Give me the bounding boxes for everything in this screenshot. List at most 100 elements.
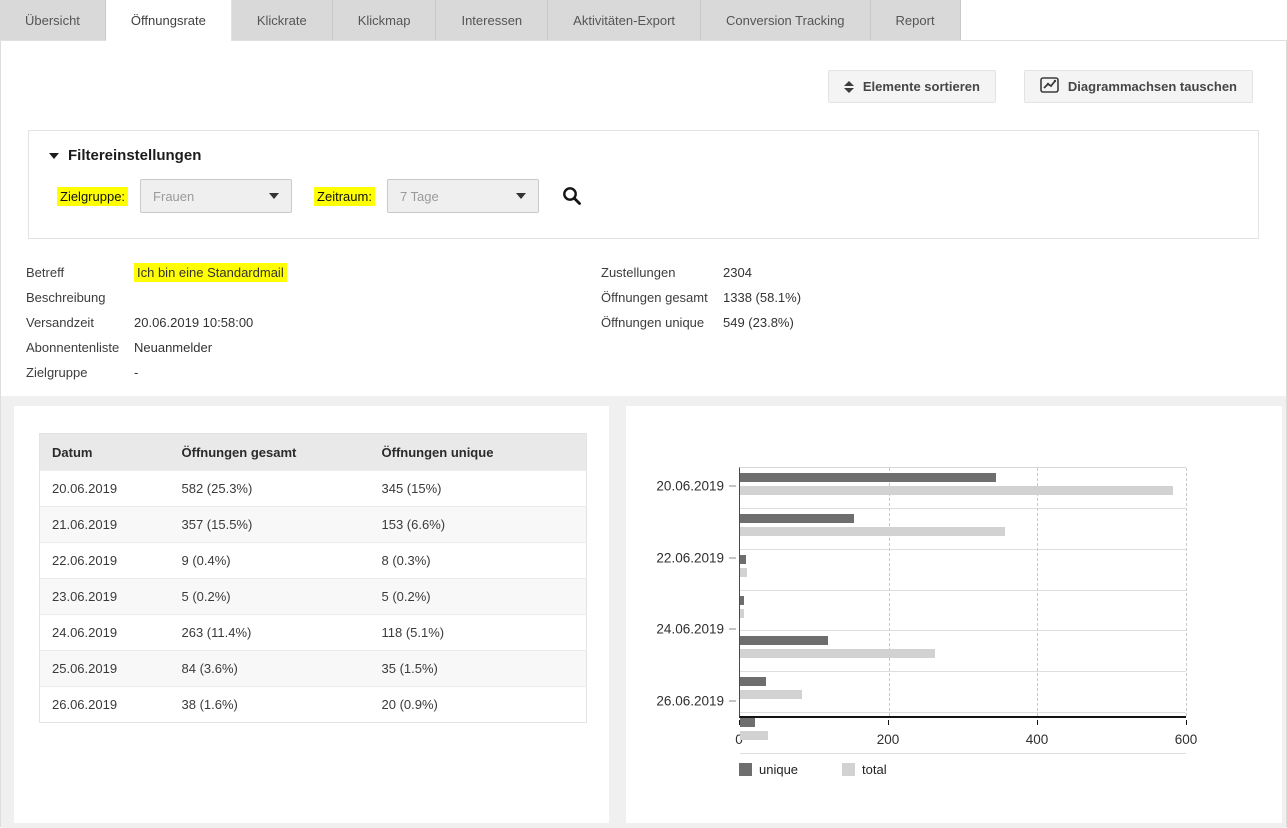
x-axis-label: 200 [877, 732, 900, 747]
tab-aktivitäten-export[interactable]: Aktivitäten-Export [548, 0, 701, 40]
page: ÜbersichtÖffnungsrateKlickrateKlickmapIn… [0, 0, 1287, 828]
chart-group-20-06-2019 [740, 473, 1186, 509]
chart-bar-unique [740, 596, 744, 605]
chart-x-axis: 0200400600 [739, 726, 1186, 746]
openings-chart-panel: 20.06.201922.06.201924.06.201926.06.2019… [626, 406, 1282, 823]
table-cell: 582 (25.3%) [170, 471, 370, 507]
detail-value: Ich bin eine Standardmail [134, 263, 287, 282]
results-section: DatumÖffnungen gesamtÖffnungen unique 20… [1, 396, 1286, 828]
table-row: 25.06.201984 (3.6%)35 (1.5%) [40, 651, 587, 687]
table-cell: 153 (6.6%) [370, 507, 587, 543]
openings-table-panel: DatumÖffnungen gesamtÖffnungen unique 20… [14, 406, 609, 823]
zielgruppe-selected-value: Frauen [153, 189, 194, 204]
legend-swatch [739, 763, 752, 776]
detail-row-öffnungen-gesamt: Öffnungen gesamt1338 (58.1%) [601, 285, 801, 310]
table-cell: 38 (1.6%) [170, 687, 370, 723]
table-cell: 5 (0.2%) [170, 579, 370, 615]
mailing-details-right: Zustellungen2304Öffnungen gesamt1338 (58… [601, 260, 801, 335]
table-row: 24.06.2019263 (11.4%)118 (5.1%) [40, 615, 587, 651]
chart-bar-unique [740, 718, 755, 727]
content-area: Elemente sortieren Diagrammachsen tausch… [0, 40, 1287, 827]
tab-übersicht[interactable]: Übersicht [0, 0, 106, 40]
detail-value: - [134, 365, 138, 380]
table-cell: 26.06.2019 [40, 687, 170, 723]
table-cell: 23.06.2019 [40, 579, 170, 615]
table-cell: 20.06.2019 [40, 471, 170, 507]
chart-bar-total [740, 486, 1173, 495]
table-cell: 118 (5.1%) [370, 615, 587, 651]
search-button[interactable] [561, 185, 583, 207]
table-body: 20.06.2019582 (25.3%)345 (15%)21.06.2019… [40, 471, 587, 723]
table-cell: 35 (1.5%) [370, 651, 587, 687]
detail-value: Neuanmelder [134, 340, 212, 355]
swap-chart-axes-label: Diagrammachsen tauschen [1068, 79, 1237, 94]
y-axis-tick [729, 557, 736, 558]
table-cell: 84 (3.6%) [170, 651, 370, 687]
chart-bar-unique [740, 677, 766, 686]
table-cell: 345 (15%) [370, 471, 587, 507]
detail-row-abonnentenliste: AbonnentenlisteNeuanmelder [26, 335, 1261, 360]
legend-label: unique [759, 762, 798, 777]
table-header-cell: Datum [40, 434, 170, 471]
mailing-details: BetreffIch bin eine StandardmailBeschrei… [26, 260, 1261, 384]
tab-conversion-tracking[interactable]: Conversion Tracking [701, 0, 871, 40]
filter-settings-title: Filtereinstellungen [68, 147, 201, 164]
tab-öffnungsrate[interactable]: Öffnungsrate [106, 0, 232, 41]
table-header-cell: Öffnungen gesamt [170, 434, 370, 471]
tab-interessen[interactable]: Interessen [436, 0, 548, 40]
sort-icon [844, 81, 854, 93]
y-axis-tick [729, 485, 736, 486]
chart-bar-total [740, 690, 802, 699]
tab-report[interactable]: Report [871, 0, 961, 40]
detail-row-zustellungen: Zustellungen2304 [601, 260, 801, 285]
zeitraum-selected-value: 7 Tage [400, 189, 439, 204]
table-cell: 9 (0.4%) [170, 543, 370, 579]
chart-group-23-06-2019 [740, 596, 1186, 632]
chart-bar-unique [740, 555, 746, 564]
table-cell: 22.06.2019 [40, 543, 170, 579]
detail-label: Öffnungen unique [601, 315, 723, 330]
zeitraum-select[interactable]: 7 Tage [387, 179, 539, 213]
table-row: 20.06.2019582 (25.3%)345 (15%) [40, 471, 587, 507]
x-axis-label: 600 [1175, 732, 1198, 747]
filter-settings-box: Filtereinstellungen Zielgruppe: Frauen Z… [28, 130, 1259, 239]
y-axis-tick [729, 629, 736, 630]
search-icon [561, 185, 583, 207]
legend-item-total: total [842, 762, 887, 777]
table-cell: 24.06.2019 [40, 615, 170, 651]
table-cell: 25.06.2019 [40, 651, 170, 687]
gridline [1186, 468, 1187, 716]
table-cell: 263 (11.4%) [170, 615, 370, 651]
detail-row-zielgruppe: Zielgruppe- [26, 360, 1261, 385]
table-row: 22.06.20199 (0.4%)8 (0.3%) [40, 543, 587, 579]
chart-bar-total [740, 609, 744, 618]
filter-controls: Zielgruppe: Frauen Zeitraum: 7 Tage [57, 179, 1258, 213]
y-axis-label: 20.06.2019 [656, 478, 724, 493]
detail-label: Versandzeit [26, 315, 134, 330]
gridline [889, 468, 890, 716]
detail-label: Zielgruppe [26, 365, 134, 380]
y-axis-label: 22.06.2019 [656, 550, 724, 565]
chart-bar-unique [740, 514, 854, 523]
zielgruppe-select[interactable]: Frauen [140, 179, 292, 213]
tab-klickmap[interactable]: Klickmap [333, 0, 437, 40]
table-header-row: DatumÖffnungen gesamtÖffnungen unique [40, 434, 587, 471]
chart-bar-total [740, 649, 935, 658]
chevron-down-icon [269, 193, 279, 199]
chevron-down-icon [516, 193, 526, 199]
detail-value: 2304 [723, 265, 752, 280]
sort-elements-button[interactable]: Elemente sortieren [828, 70, 996, 103]
tab-klickrate[interactable]: Klickrate [232, 0, 333, 40]
collapse-caret-icon [49, 153, 59, 159]
x-axis-tick [1037, 720, 1038, 725]
legend-label: total [862, 762, 887, 777]
table-cell: 8 (0.3%) [370, 543, 587, 579]
swap-chart-axes-button[interactable]: Diagrammachsen tauschen [1024, 70, 1253, 103]
table-row: 26.06.201938 (1.6%)20 (0.9%) [40, 687, 587, 723]
table-header-cell: Öffnungen unique [370, 434, 587, 471]
chart-plot: 20.06.201922.06.201924.06.201926.06.2019 [739, 467, 1186, 718]
detail-label: Öffnungen gesamt [601, 290, 723, 305]
table-cell: 5 (0.2%) [370, 579, 587, 615]
detail-value: 20.06.2019 10:58:00 [134, 315, 253, 330]
filter-settings-toggle[interactable]: Filtereinstellungen [29, 131, 1258, 164]
